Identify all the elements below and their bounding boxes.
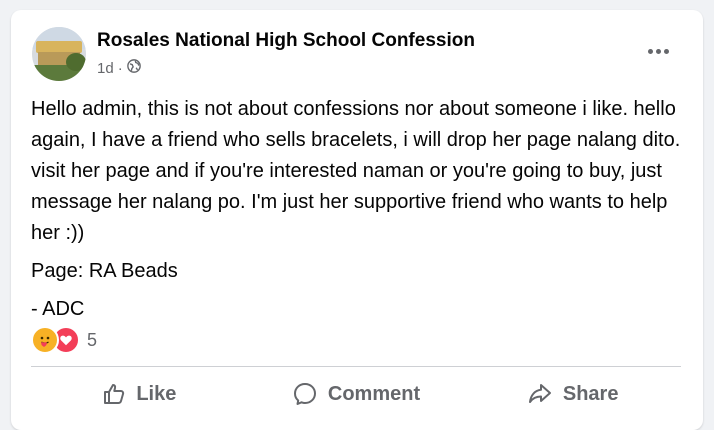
post-actions-bar: Like Comment Share	[31, 372, 681, 416]
like-button[interactable]: Like	[31, 372, 248, 416]
comment-label: Comment	[327, 382, 421, 405]
care-reaction-icon	[31, 326, 59, 354]
dot-icon	[655, 48, 661, 54]
post-paragraph: Hello admin, this is not about confessio…	[31, 98, 681, 244]
like-label: Like	[136, 382, 177, 405]
share-arrow-icon	[527, 381, 553, 407]
comment-button[interactable]: Comment	[248, 372, 465, 416]
post-paragraph: - ADC	[31, 298, 85, 320]
reaction-count[interactable]: 5	[87, 330, 97, 351]
post-body: Hello admin, this is not about confessio…	[31, 94, 681, 332]
post-paragraph: Page: RA Beads	[31, 260, 178, 282]
actions-divider	[31, 366, 681, 367]
comment-bubble-icon	[292, 381, 318, 407]
more-options-button[interactable]	[641, 40, 675, 62]
meta-separator: ·	[117, 59, 123, 77]
share-button[interactable]: Share	[464, 372, 681, 416]
page-name-link[interactable]: Rosales National High School Confession	[97, 30, 475, 52]
post-card: Rosales National High School Confession …	[11, 10, 703, 430]
dot-icon	[663, 48, 669, 54]
globe-icon	[126, 59, 141, 77]
post-meta: 1d ·	[97, 59, 141, 77]
thumbs-up-icon	[102, 382, 126, 406]
reaction-summary[interactable]: 5	[31, 326, 97, 354]
post-timestamp[interactable]: 1d	[97, 60, 114, 77]
page-avatar[interactable]	[32, 27, 86, 81]
dot-icon	[647, 48, 653, 54]
share-label: Share	[562, 382, 619, 405]
